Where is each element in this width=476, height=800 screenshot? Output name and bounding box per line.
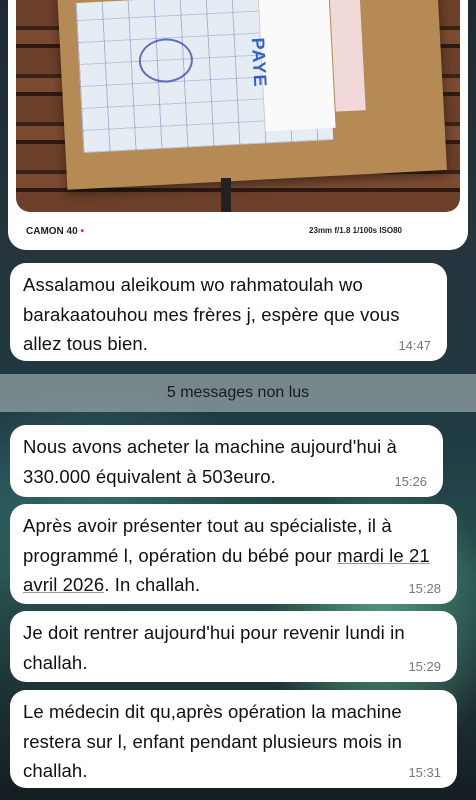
unread-banner-label: 5 messages non lus xyxy=(166,384,310,401)
message-time: 14:19 xyxy=(421,228,454,243)
message-bubble[interactable]: Nous avons acheter la machine aujourd'hu… xyxy=(10,425,443,497)
camera-brand: CAMON 40 xyxy=(26,226,78,237)
message-text: Nous avons acheter la machine aujourd'hu… xyxy=(23,436,397,487)
pink-label xyxy=(329,0,366,112)
message-text: Après avoir présenter tout au spécialist… xyxy=(23,511,443,600)
photo-image[interactable]: PAYE xyxy=(16,0,460,212)
message-text: Je doit rentrer aujourd'hui pour revenir… xyxy=(23,622,405,673)
message-bubble[interactable]: Assalamou aleikoum wo rahmatoulah wo bar… xyxy=(10,263,447,361)
envelope-picture: PAYE xyxy=(57,0,447,190)
message-bubble[interactable]: Après avoir présenter tout au spécialist… xyxy=(10,504,457,604)
message-time: 15:29 xyxy=(408,659,441,674)
message-bubble[interactable]: Je doit rentrer aujourd'hui pour revenir… xyxy=(10,611,457,682)
message-time: 15:26 xyxy=(394,474,427,489)
message-bubble[interactable]: Le médecin dit qu,après opération la mac… xyxy=(10,690,457,788)
message-text: Le médecin dit qu,après opération la mac… xyxy=(23,701,403,781)
post-support xyxy=(221,178,231,212)
photo-message[interactable]: PAYE CAMON 40 • 23mm f/1.8 1/100s ISO80 … xyxy=(8,0,468,250)
message-text-part: . In challah. xyxy=(104,574,201,595)
camera-dot-icon: • xyxy=(80,226,84,237)
unread-messages-banner: 5 messages non lus xyxy=(0,374,476,412)
message-time: 14:47 xyxy=(398,338,431,353)
lens-info: 23mm f/1.8 1/100s ISO80 xyxy=(309,226,402,235)
message-text: Assalamou aleikoum wo rahmatoulah wo bar… xyxy=(23,274,400,354)
stamp-mark xyxy=(137,37,194,84)
message-time: 15:31 xyxy=(408,765,441,780)
paye-stamp: PAYE xyxy=(247,37,271,89)
message-time: 15:28 xyxy=(408,581,441,596)
camera-watermark: CAMON 40 • xyxy=(26,226,84,237)
